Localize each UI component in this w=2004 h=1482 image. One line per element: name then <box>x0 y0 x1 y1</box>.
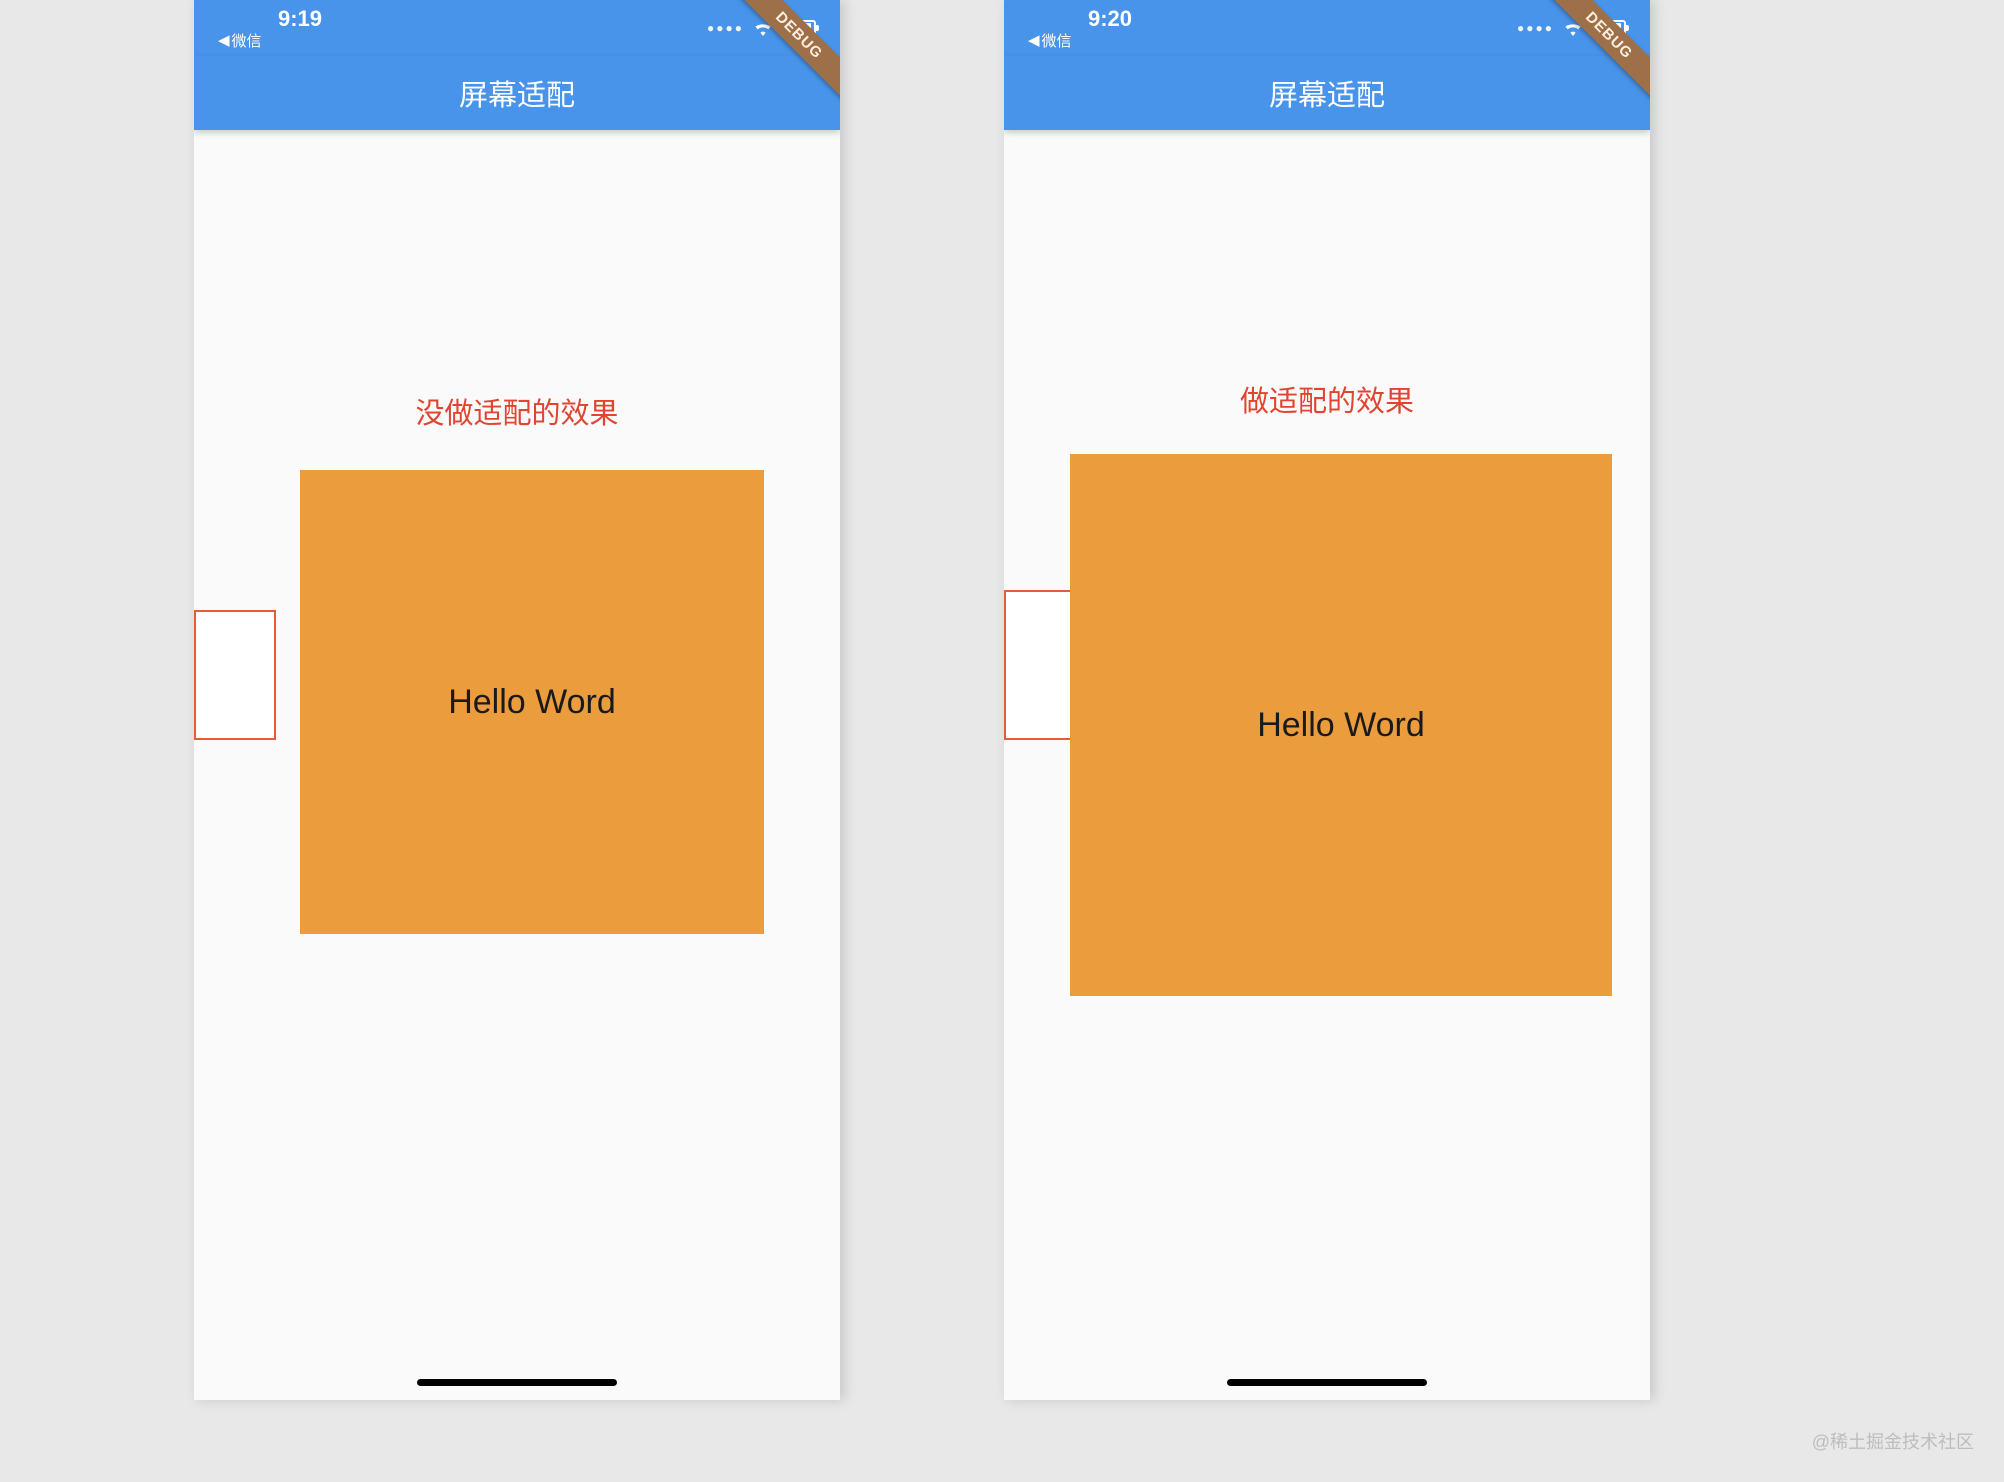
screen-body: 没做适配的效果 Hello Word <box>194 130 840 1400</box>
status-bar: 9:19 ◀ 微信 ●●●● <box>194 0 840 56</box>
back-to-app[interactable]: ◀ 微信 <box>1028 30 1132 51</box>
left-marker-box <box>1004 590 1076 740</box>
status-time: 9:19 <box>218 6 322 32</box>
wifi-icon <box>752 20 774 36</box>
battery-icon <box>782 20 816 36</box>
back-caret-icon: ◀ <box>218 31 230 49</box>
status-time: 9:20 <box>1028 6 1132 32</box>
sample-box-text: Hello Word <box>448 683 616 722</box>
status-bar: 9:20 ◀ 微信 ●●●● <box>1004 0 1650 56</box>
phone-right: DEBUG 9:20 ◀ 微信 ●●●● 屏幕适配 做适配的效果 Hel <box>1004 0 1650 1400</box>
cellular-icon: ●●●● <box>707 21 744 35</box>
heading-label: 没做适配的效果 <box>415 390 618 432</box>
back-app-label: 微信 <box>1042 30 1072 51</box>
home-indicator[interactable] <box>417 1379 617 1386</box>
app-bar: 屏幕适配 <box>1004 56 1650 130</box>
sample-box: Hello Word <box>1070 454 1612 996</box>
back-caret-icon: ◀ <box>1028 31 1040 49</box>
phone-left: DEBUG 9:19 ◀ 微信 ●●●● 屏幕适配 没做适配的效果 He <box>194 0 840 1400</box>
heading-label: 做适配的效果 <box>1240 378 1414 420</box>
back-to-app[interactable]: ◀ 微信 <box>218 30 322 51</box>
app-bar: 屏幕适配 <box>194 56 840 130</box>
back-app-label: 微信 <box>232 30 262 51</box>
wifi-icon <box>1562 20 1584 36</box>
app-bar-title: 屏幕适配 <box>1269 72 1385 114</box>
left-marker-box <box>194 610 276 740</box>
battery-icon <box>1592 20 1626 36</box>
sample-box-text: Hello Word <box>1257 706 1425 745</box>
home-indicator[interactable] <box>1227 1379 1427 1386</box>
screen-body: 做适配的效果 Hello Word <box>1004 130 1650 1400</box>
app-bar-title: 屏幕适配 <box>459 72 575 114</box>
watermark: @稀土掘金技术社区 <box>1812 1428 1974 1454</box>
sample-box: Hello Word <box>300 470 764 934</box>
cellular-icon: ●●●● <box>1517 21 1554 35</box>
